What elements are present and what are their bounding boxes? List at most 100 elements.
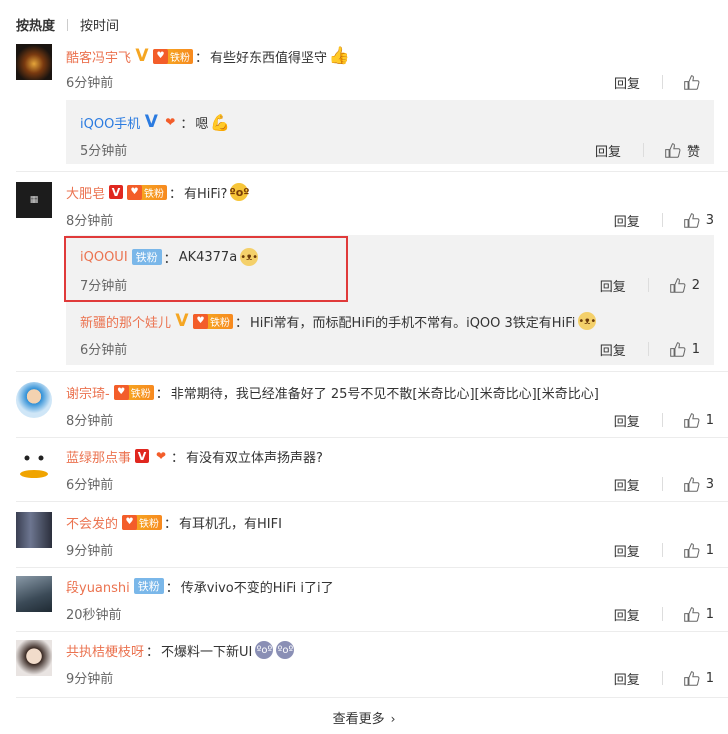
comment-item: 酷客冯宇飞 V ♥ 铁粉 ： 有些好东西值得坚守 👍 6分钟前 回复 iQOO手机… xyxy=(0,44,728,172)
like-count: 1 xyxy=(705,542,714,558)
action-divider xyxy=(661,413,663,427)
reply-button[interactable]: 回复 xyxy=(614,411,640,430)
like-button[interactable]: 3 xyxy=(683,212,714,229)
reply-username[interactable]: iQOO手机 xyxy=(80,113,140,132)
sort-tabs: 按热度 按时间 xyxy=(16,15,119,34)
avatar[interactable] xyxy=(16,446,52,482)
reply-thread: iQOOUI 铁粉 ： AK4377a •ᴥ• 7分钟前 回复 2 新疆的那个娃… xyxy=(66,235,714,365)
avatar[interactable] xyxy=(16,640,52,676)
divider xyxy=(16,567,728,568)
tab-by-time[interactable]: 按时间 xyxy=(80,15,119,34)
comment-item: 不会发的 ♥ 铁粉 ： 有耳机孔，有HIFI 9分钟前 回复 1 xyxy=(0,512,728,568)
reply-text: 嗯 xyxy=(195,116,209,132)
fan-badge-label: 铁粉 xyxy=(170,52,191,64)
avatar[interactable] xyxy=(16,512,52,548)
comment-item: ▦ 大肥皂 V ♥ 铁粉 ： 有HiFi? ºoº 8分钟前 回复 3 iQOOU… xyxy=(0,182,728,372)
action-divider xyxy=(661,213,663,227)
fan-badge: ♥ 铁粉 xyxy=(113,384,154,400)
reply-button[interactable]: 回复 xyxy=(614,73,640,92)
heart-icon: ♥ xyxy=(122,514,138,530)
like-button[interactable]: 1 xyxy=(683,606,714,623)
comment-time: 8分钟前 xyxy=(66,414,114,429)
tab-divider xyxy=(67,18,69,31)
avatar[interactable] xyxy=(16,576,52,612)
heart-icon: ♥ xyxy=(113,384,129,400)
like-button[interactable]: 1 xyxy=(669,341,700,358)
fan-badge-label: 铁粉 xyxy=(210,317,231,329)
like-button[interactable]: 1 xyxy=(683,542,714,559)
divider xyxy=(16,171,728,172)
comment-username[interactable]: 大肥皂 xyxy=(66,183,105,202)
verified-v-icon: V xyxy=(109,185,124,199)
thumbs-up-icon xyxy=(665,142,681,158)
comment-username[interactable]: 酷客冯宇飞 xyxy=(66,47,131,66)
divider xyxy=(16,371,728,372)
comment-time: 9分钟前 xyxy=(66,544,114,559)
reply-button[interactable]: 回复 xyxy=(614,669,640,688)
avatar[interactable] xyxy=(16,44,52,80)
reply-button[interactable]: 回复 xyxy=(614,605,640,624)
fan-badge: ♥ 铁粉 xyxy=(193,313,234,329)
reply-button[interactable]: 回复 xyxy=(600,340,626,359)
view-more-button[interactable]: 查看更多 › xyxy=(0,708,728,727)
comment-username[interactable]: 段yuanshi xyxy=(66,577,130,596)
comment-username[interactable]: 谢宗琦- xyxy=(66,383,110,402)
thumbs-up-icon xyxy=(683,542,700,558)
chevron-right-icon: › xyxy=(390,712,396,726)
comment-text: 非常期待，我已经准备好了 25号不见不散[米奇比心][米奇比心][米奇比心] xyxy=(170,386,599,402)
fan-heart-icon: ❤ xyxy=(155,449,167,463)
like-label: 赞 xyxy=(686,144,700,160)
reply-thread: iQOO手机 V ❤ ： 嗯 💪 5分钟前 回复 赞 xyxy=(66,100,714,164)
like-button[interactable]: 2 xyxy=(669,277,700,294)
comment-username[interactable]: 共执桔梗枝呀 xyxy=(66,641,144,660)
iron-fan-badge: 铁粉 xyxy=(131,249,162,265)
reply-username[interactable]: 新疆的那个娃儿 xyxy=(80,312,171,331)
ghost-emoji-icon: ºoº xyxy=(276,641,295,659)
action-divider xyxy=(661,607,663,621)
tab-by-hot[interactable]: 按热度 xyxy=(16,15,55,34)
divider xyxy=(16,697,728,698)
action-divider xyxy=(661,671,663,685)
fan-badge: ♥ 铁粉 xyxy=(153,48,194,64)
avatar[interactable]: ▦ xyxy=(16,182,52,218)
action-divider xyxy=(642,143,644,157)
reply-time: 5分钟前 xyxy=(80,144,128,159)
comment-username[interactable]: 不会发的 xyxy=(66,513,118,532)
like-button[interactable]: 1 xyxy=(683,412,714,429)
avatar[interactable] xyxy=(16,382,52,418)
verified-v-icon: V xyxy=(135,449,150,463)
action-divider xyxy=(661,543,663,557)
comment-time: 20秒钟前 xyxy=(66,608,122,623)
reply-button[interactable]: 回复 xyxy=(595,141,621,160)
reply-button[interactable]: 回复 xyxy=(614,211,640,230)
comment-item: 谢宗琦- ♥ 铁粉 ： 非常期待，我已经准备好了 25号不见不散[米奇比心][米奇… xyxy=(0,382,728,438)
doge-emoji-icon: •ᴥ• xyxy=(578,312,597,330)
fan-badge-label: 铁粉 xyxy=(130,388,151,400)
comment-username[interactable]: 蓝绿那点事 xyxy=(66,447,131,466)
like-count: 1 xyxy=(705,412,714,428)
verified-v-icon: V xyxy=(144,112,158,132)
thumbs-up-icon xyxy=(683,606,700,622)
like-count: 1 xyxy=(691,341,700,357)
thumbs-up-icon xyxy=(683,476,700,492)
reply-username[interactable]: iQOOUI xyxy=(80,250,128,265)
like-button[interactable]: 1 xyxy=(683,670,714,687)
reply-button[interactable]: 回复 xyxy=(614,541,640,560)
like-button[interactable]: 3 xyxy=(683,476,714,493)
colon: ： xyxy=(235,315,249,331)
reply-text: AK4377a xyxy=(178,249,238,265)
comment-item: 共执桔梗枝呀 ： 不爆料一下新UI ºoº ºoº 9分钟前 回复 1 xyxy=(0,640,728,698)
like-count: 1 xyxy=(705,606,714,622)
reply-button[interactable]: 回复 xyxy=(614,475,640,494)
like-button[interactable]: 赞 xyxy=(664,141,700,160)
divider xyxy=(16,437,728,438)
fan-badge: ♥ 铁粉 xyxy=(122,514,163,530)
comment-time: 6分钟前 xyxy=(66,76,114,91)
reply-button[interactable]: 回复 xyxy=(600,276,626,295)
like-button[interactable] xyxy=(683,74,714,91)
view-more-label: 查看更多 xyxy=(332,712,385,727)
colon: ： xyxy=(180,116,194,132)
muscle-emoji-icon: 💪 xyxy=(210,112,231,132)
heart-icon: ♥ xyxy=(127,184,143,200)
thumbs-up-icon xyxy=(683,412,700,428)
